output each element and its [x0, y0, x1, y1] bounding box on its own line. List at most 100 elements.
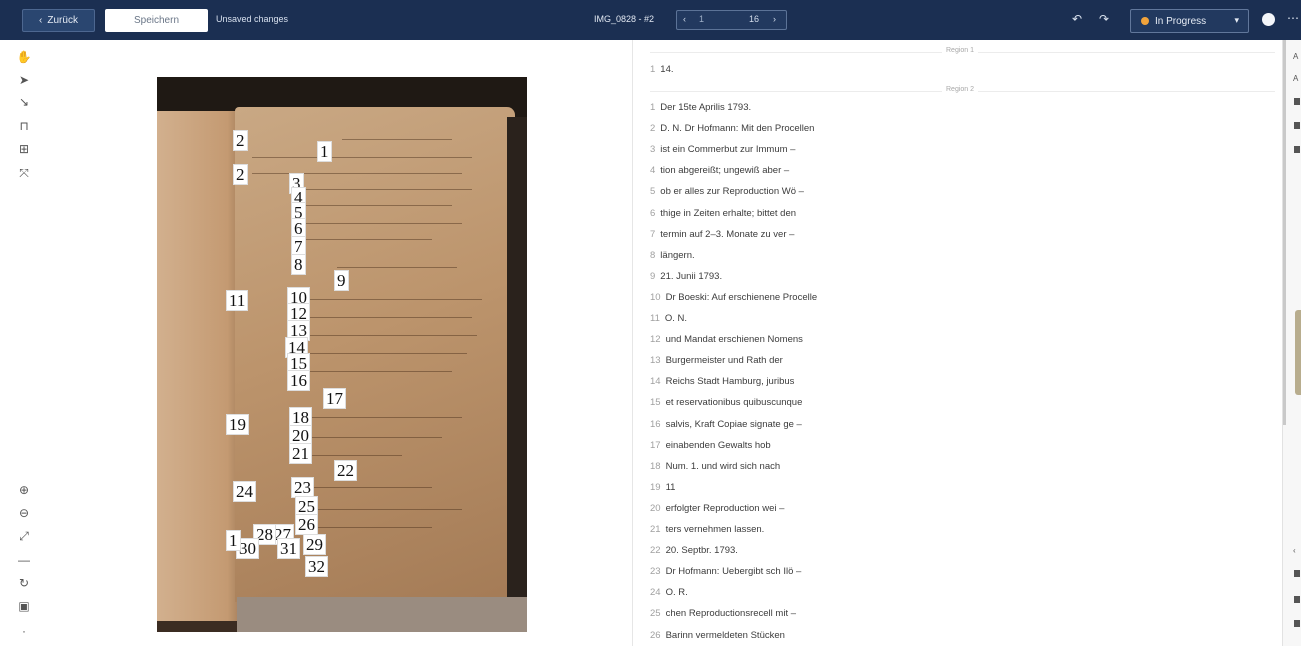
document-image[interactable] [157, 77, 527, 632]
transcript-line[interactable]: 14 Reichs Stadt Hamburg, juribus [650, 376, 794, 387]
transcript-line[interactable]: 25 chen Reproductionsrecell mit – [650, 608, 796, 619]
info-icon[interactable] [1262, 13, 1275, 26]
transcript-line[interactable]: 24 O. R. [650, 587, 688, 598]
region-number[interactable]: 9 [334, 270, 349, 291]
point-select-icon[interactable]: ↘ [17, 95, 31, 109]
line-text[interactable]: 20. Septbr. 1793. [666, 545, 738, 556]
pager-prev-button[interactable]: ‹ [683, 14, 686, 24]
region-number[interactable]: 8 [291, 254, 306, 275]
zoom-out-icon[interactable]: ⊖ [17, 506, 31, 520]
tag-icon[interactable] [1294, 98, 1300, 105]
line-text[interactable]: Der 15te Aprilis 1793. [660, 102, 751, 113]
region-number[interactable]: 26 [295, 514, 318, 535]
comment-icon[interactable]: ▣ [17, 599, 31, 613]
transcript-line[interactable]: 17 einabenden Gewalts hob [650, 440, 771, 451]
line-text[interactable]: Num. 1. und wird sich nach [666, 461, 781, 472]
transcript-line[interactable]: 15 et reservationibus quibuscunque [650, 397, 802, 408]
back-button[interactable]: ‹ Zurück [22, 9, 95, 32]
draw-region-icon[interactable]: ⊓ [17, 119, 31, 133]
redo-icon[interactable]: ↷ [1099, 12, 1109, 26]
line-text[interactable]: einabenden Gewalts hob [666, 440, 771, 451]
transcript-line[interactable]: 7 termin auf 2–3. Monate zu ver – [650, 229, 794, 240]
transcript-line[interactable]: 11 O. N. [650, 313, 687, 324]
region-number[interactable]: 11 [226, 290, 249, 311]
zoom-in-icon[interactable]: ⊕ [17, 483, 31, 497]
line-text[interactable]: ist ein Commerbut zur Immum – [660, 144, 795, 155]
more-icon[interactable]: ⋯ [1287, 11, 1299, 25]
line-text[interactable]: 11 [666, 482, 676, 493]
transcript-scrollbar[interactable] [1283, 40, 1286, 425]
line-text[interactable]: Dr Boeski: Auf erschienene Procelle [666, 292, 818, 303]
transcript-line[interactable]: 1 Der 15te Aprilis 1793. [650, 102, 751, 113]
region-number[interactable]: 16 [287, 370, 310, 391]
transcript-line[interactable]: 26 Barinn vermeldeten Stücken [650, 630, 785, 641]
font-size-icon[interactable]: A [1293, 52, 1298, 61]
region-number[interactable]: 32 [305, 556, 328, 577]
pan-hand-icon[interactable]: ✋ [17, 50, 32, 64]
region-number[interactable]: 21 [289, 443, 312, 464]
region-number[interactable]: 22 [334, 460, 357, 481]
transcript-line[interactable]: 4 tion abgereißt; ungewiß aber – [650, 165, 789, 176]
pager-page-input[interactable]: 1 [699, 14, 704, 24]
line-text[interactable]: termin auf 2–3. Monate zu ver – [660, 229, 794, 240]
transcript-line[interactable]: 3 ist ein Commerbut zur Immum – [650, 144, 795, 155]
transcript-line[interactable]: 19 11 [650, 482, 675, 493]
gear-icon[interactable] [1294, 620, 1300, 627]
transcript-line[interactable]: 16 salvis, Kraft Copiae signate ge – [650, 419, 802, 430]
undo-icon[interactable]: ↶ [1072, 12, 1082, 26]
line-text[interactable]: et reservationibus quibuscunque [666, 397, 803, 408]
split-icon[interactable]: ⤧ [17, 166, 31, 180]
line-text[interactable]: 21. Junii 1793. [660, 271, 722, 282]
region-number[interactable]: 31 [277, 538, 300, 559]
line-text[interactable]: thige in Zeiten erhalte; bittet den [660, 208, 796, 219]
line-text[interactable]: salvis, Kraft Copiae signate ge – [666, 419, 802, 430]
line-text[interactable]: Burgermeister und Rath der [666, 355, 783, 366]
line-text[interactable]: Dr Hofmann: Uebergibt sch Ilö – [666, 566, 802, 577]
fit-icon[interactable]: ⤢ [17, 529, 31, 543]
rotate-icon[interactable]: ↻ [17, 576, 31, 590]
line-text[interactable]: tion abgereißt; ungewiß aber – [660, 165, 789, 176]
transcript-line[interactable]: 23 Dr Hofmann: Uebergibt sch Ilö – [650, 566, 801, 577]
transcript-line[interactable]: 18 Num. 1. und wird sich nach [650, 461, 780, 472]
line-text[interactable]: ters vernehmen lassen. [666, 524, 765, 535]
transcript-line[interactable]: 1 14. [650, 64, 674, 75]
line-text[interactable]: O. N. [665, 313, 687, 324]
transcript-line[interactable]: 13 Burgermeister und Rath der [650, 355, 783, 366]
font-style-icon[interactable]: A [1293, 74, 1298, 83]
transcript-line[interactable]: 9 21. Junii 1793. [650, 271, 722, 282]
transcript-line[interactable]: 21 ters vernehmen lassen. [650, 524, 764, 535]
line-text[interactable]: erfolgter Reproduction wei – [666, 503, 785, 514]
pane-divider[interactable] [632, 40, 633, 646]
transcript-line[interactable]: 8 längern. [650, 250, 695, 261]
line-text[interactable]: und Mandat erschienen Nomens [666, 334, 803, 345]
side-panel-toggle[interactable] [1295, 310, 1301, 395]
region-number[interactable]: 29 [303, 534, 326, 555]
line-text[interactable]: ob er alles zur Reproduction Wö – [660, 186, 804, 197]
region-number[interactable]: 24 [233, 481, 256, 502]
transcript-line[interactable]: 10 Dr Boeski: Auf erschienene Procelle [650, 292, 817, 303]
transcript-line[interactable]: 2 D. N. Dr Hofmann: Mit den Procellen [650, 123, 814, 134]
region-number[interactable]: 23 [291, 477, 314, 498]
transcript-line[interactable]: 5 ob er alles zur Reproduction Wö – [650, 186, 804, 197]
select-pointer-icon[interactable]: ➤ [17, 73, 31, 87]
more-tools-icon[interactable]: · [17, 624, 31, 638]
settings-icon[interactable] [1294, 570, 1300, 577]
transcript-line[interactable]: 20 erfolgter Reproduction wei – [650, 503, 784, 514]
region-number[interactable]: 2 [233, 164, 248, 185]
line-text[interactable]: 14. [660, 64, 673, 75]
line-text[interactable]: D. N. Dr Hofmann: Mit den Procellen [660, 123, 814, 134]
save-button[interactable]: Speichern [105, 9, 208, 32]
line-text[interactable]: chen Reproductionsrecell mit – [666, 608, 796, 619]
transcript-line[interactable]: 22 20. Septbr. 1793. [650, 545, 738, 556]
region-number[interactable]: 2 [233, 130, 248, 151]
line-text[interactable]: längern. [660, 250, 694, 261]
table-icon[interactable]: ⊞ [17, 142, 31, 156]
region-number[interactable]: 1 [226, 530, 241, 551]
pager-next-button[interactable]: › [773, 14, 776, 24]
minus-icon[interactable]: — [17, 553, 31, 567]
transcript-line[interactable]: 12 und Mandat erschienen Nomens [650, 334, 803, 345]
list-icon[interactable] [1294, 146, 1300, 153]
line-text[interactable]: O. R. [666, 587, 688, 598]
region-number[interactable]: 19 [226, 414, 249, 435]
line-text[interactable]: Reichs Stadt Hamburg, juribus [666, 376, 795, 387]
